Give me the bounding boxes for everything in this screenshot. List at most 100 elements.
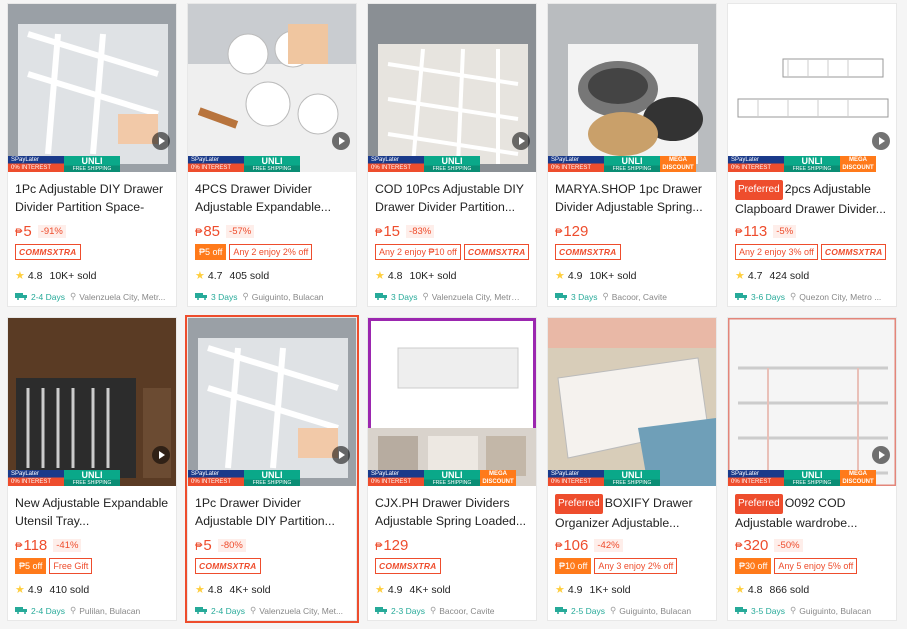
price-value: 85 xyxy=(203,222,221,240)
product-card[interactable]: SPayLater 0% INTEREST UNLI FREE SHIPPING 4… xyxy=(187,3,357,307)
promo-banner: SPayLater 0% INTEREST UNLI FREE SHIPPING M… xyxy=(728,156,896,172)
unli-label: UNLI xyxy=(621,156,643,166)
shipping-row: 2-4 Days ⚲ Valenzuela City, Metr... xyxy=(15,291,169,302)
play-video-icon[interactable] xyxy=(872,446,890,464)
product-image[interactable]: SPayLater 0% INTEREST UNLI FREE SHIPPING M… xyxy=(728,318,896,486)
promo-tag: COMMSXTRA xyxy=(555,244,621,260)
product-image[interactable]: SPayLater 0% INTEREST UNLI FREE SHIPPING xyxy=(8,4,176,172)
product-card[interactable]: SPayLater 0% INTEREST UNLI FREE SHIPPING 1… xyxy=(185,315,359,623)
delivery-days: 2-5 Days xyxy=(555,606,605,616)
rating-row: ★ 4.8 866 sold xyxy=(735,583,889,597)
product-image[interactable]: SPayLater 0% INTEREST UNLI FREE SHIPPING xyxy=(548,318,716,486)
product-title[interactable]: New Adjustable Expandable Utensil Tray..… xyxy=(15,494,169,530)
price: ₱5 xyxy=(195,537,212,554)
shop-location: Valenzuela City, Met... xyxy=(259,605,344,616)
product-image[interactable]: SPayLater 0% INTEREST UNLI FREE SHIPPING xyxy=(368,4,536,172)
price-value: 15 xyxy=(383,222,401,240)
promo-tag: Any 3 enjoy 2% off xyxy=(594,558,678,574)
star-icon: ★ xyxy=(375,270,385,282)
play-video-icon[interactable] xyxy=(512,132,530,150)
sold-count: 10K+ sold xyxy=(589,269,637,282)
sold-count: 410 sold xyxy=(49,583,90,596)
promo-banner: SPayLater 0% INTEREST UNLI FREE SHIPPING M… xyxy=(368,470,536,486)
price-value: 129 xyxy=(563,222,589,240)
promo-banner: SPayLater 0% INTEREST UNLI FREE SHIPPING xyxy=(8,156,176,172)
free-shipping-label: FREE SHIPPING xyxy=(72,480,112,486)
product-image[interactable]: SPayLater 0% INTEREST UNLI FREE SHIPPING xyxy=(8,318,176,486)
discount-badge: -57% xyxy=(226,224,255,238)
product-title-text: 4PCS Drawer Divider Adjustable Expandabl… xyxy=(195,182,332,214)
product-card[interactable]: SPayLater 0% INTEREST UNLI FREE SHIPPING M… xyxy=(547,3,717,307)
product-image[interactable]: SPayLater 0% INTEREST UNLI FREE SHIPPING M… xyxy=(548,4,716,172)
star-icon: ★ xyxy=(735,270,745,282)
product-card[interactable]: SPayLater 0% INTEREST UNLI FREE SHIPPING P… xyxy=(547,317,717,621)
delivery-days: 3-6 Days xyxy=(735,292,785,302)
play-video-icon[interactable] xyxy=(332,132,350,150)
promo-tags: COMMSXTRA xyxy=(195,558,349,574)
spaylater-label: SPayLater xyxy=(191,157,220,163)
product-image[interactable]: SPayLater 0% INTEREST UNLI FREE SHIPPING M… xyxy=(368,318,536,486)
product-card[interactable]: SPayLater 0% INTEREST UNLI FREE SHIPPING M… xyxy=(367,317,537,621)
discount-badge: -91% xyxy=(37,224,66,238)
product-card[interactable]: SPayLater 0% INTEREST UNLI FREE SHIPPING N… xyxy=(7,317,177,621)
sold-count: 10K+ sold xyxy=(409,269,457,282)
product-title[interactable]: MARYA.SHOP 1pc Drawer Divider Adjustable… xyxy=(555,180,709,216)
product-title[interactable]: 1Pc Drawer Divider Adjustable DIY Partit… xyxy=(195,494,349,530)
delivery-days-text: 2-4 Days xyxy=(31,291,66,302)
price: ₱129 xyxy=(375,537,408,554)
sold-count: 4K+ sold xyxy=(229,583,271,596)
discount-badge: -50% xyxy=(774,538,803,552)
promo-tags: Any 2 enjoy 3% off COMMSXTRA xyxy=(735,244,889,260)
promo-tags: COMMSXTRA xyxy=(375,558,529,574)
free-shipping-label: FREE SHIPPING xyxy=(432,166,472,172)
product-title[interactable]: Preferred O092 COD Adjustable wardrobe... xyxy=(735,494,889,530)
delivery-days: 3 Days xyxy=(555,292,597,302)
product-title[interactable]: 4PCS Drawer Divider Adjustable Expandabl… xyxy=(195,180,349,216)
product-card[interactable]: SPayLater 0% INTEREST UNLI FREE SHIPPING 1… xyxy=(7,3,177,307)
product-card[interactable]: SPayLater 0% INTEREST UNLI FREE SHIPPING C… xyxy=(367,3,537,307)
product-title[interactable]: Preferred 2pcs Adjustable Clapboard Drawe… xyxy=(735,180,889,216)
currency-symbol: ₱ xyxy=(375,226,383,239)
truck-icon xyxy=(375,292,391,302)
product-card[interactable]: SPayLater 0% INTEREST UNLI FREE SHIPPING M… xyxy=(727,3,897,307)
delivery-days-text: 3 Days xyxy=(391,291,418,302)
play-video-icon[interactable] xyxy=(152,446,170,464)
play-video-icon[interactable] xyxy=(872,132,890,150)
promo-banner: SPayLater 0% INTEREST UNLI FREE SHIPPING xyxy=(188,156,356,172)
play-video-icon[interactable] xyxy=(332,446,350,464)
spaylater-label: SPayLater xyxy=(551,157,580,163)
price: ₱113 xyxy=(735,223,767,240)
delivery-days: 3 Days xyxy=(375,292,417,302)
promo-tag: ₱5 off xyxy=(15,558,47,574)
free-shipping-label: FREE SHIPPING xyxy=(72,166,112,172)
interest-label: 0% INTEREST xyxy=(11,165,52,171)
rating-row: ★ 4.9 1K+ sold xyxy=(555,583,709,597)
price: ₱15 xyxy=(375,223,400,240)
product-title[interactable]: COD 10Pcs Adjustable DIY Drawer Divider … xyxy=(375,180,529,216)
product-card[interactable]: SPayLater 0% INTEREST UNLI FREE SHIPPING M… xyxy=(727,317,897,621)
rating-value: 4.8 xyxy=(207,583,223,596)
play-video-icon[interactable] xyxy=(152,132,170,150)
price-value: 118 xyxy=(23,536,48,554)
product-title[interactable]: 1Pc Adjustable DIY Drawer Divider Partit… xyxy=(15,180,169,216)
sold-count: 424 sold xyxy=(769,269,810,282)
truck-icon xyxy=(15,292,31,302)
product-title[interactable]: CJX.PH Drawer Dividers Adjustable Spring… xyxy=(375,494,529,530)
shop-location: Guiguinto, Bulacan xyxy=(251,291,324,302)
delivery-days-text: 3 Days xyxy=(571,291,598,302)
preferred-badge: Preferred xyxy=(555,494,603,514)
unli-label: UNLI xyxy=(621,470,643,480)
unli-label: UNLI xyxy=(441,470,463,480)
star-icon: ★ xyxy=(555,270,565,282)
product-image[interactable]: SPayLater 0% INTEREST UNLI FREE SHIPPING xyxy=(188,4,356,172)
product-image[interactable]: SPayLater 0% INTEREST UNLI FREE SHIPPING xyxy=(188,318,356,486)
delivery-days-text: 3 Days xyxy=(211,291,238,302)
delivery-days: 3 Days xyxy=(195,292,237,302)
product-image[interactable]: SPayLater 0% INTEREST UNLI FREE SHIPPING M… xyxy=(728,4,896,172)
sold-count: 866 sold xyxy=(769,583,810,596)
product-title[interactable]: Preferred BOXIFY Drawer Organizer Adjusta… xyxy=(555,494,709,530)
location-pin-icon: ⚲ xyxy=(602,291,609,301)
location-pin-icon: ⚲ xyxy=(790,605,797,615)
star-icon: ★ xyxy=(15,270,25,282)
rating-row: ★ 4.8 4K+ sold xyxy=(195,583,349,597)
